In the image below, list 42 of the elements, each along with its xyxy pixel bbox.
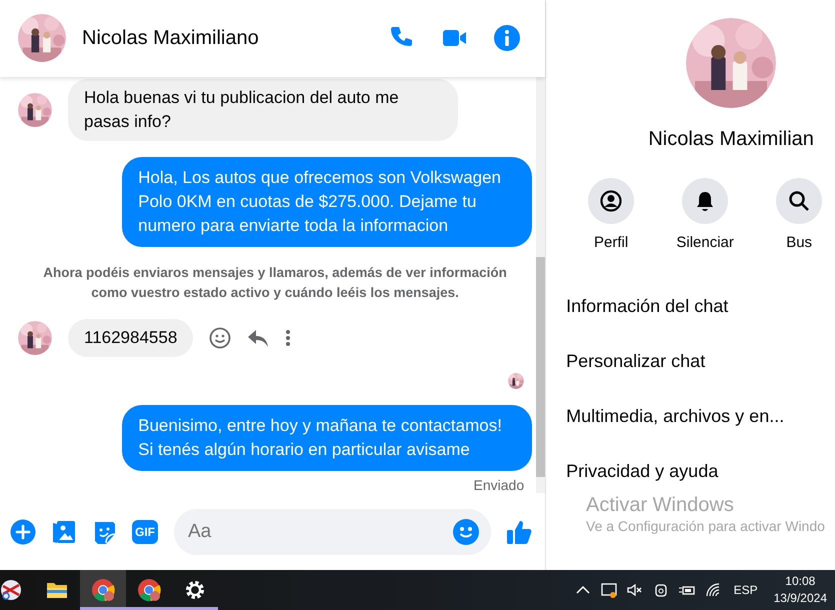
emoji-icon[interactable]: [453, 518, 480, 545]
action-label: Silenciar: [676, 233, 734, 253]
info-icon[interactable]: [493, 24, 522, 52]
icon-button[interactable]: [776, 178, 822, 224]
message-status: Enviado: [474, 476, 524, 494]
menu-item[interactable]: Multimedia, archivos y en...: [546, 388, 835, 444]
reply-icon[interactable]: [247, 328, 270, 348]
action-label: Perfil: [594, 233, 628, 253]
monitor-icon[interactable]: [600, 581, 618, 599]
profile-icon: [600, 190, 622, 212]
search-icon: [788, 190, 810, 212]
browser-icon: [91, 578, 115, 602]
clock-date[interactable]: 13/9/2024: [774, 590, 827, 607]
image-icon[interactable]: [52, 518, 76, 545]
thumbs-up-icon[interactable]: [507, 518, 534, 545]
message-bubble: 1162984558: [68, 318, 194, 357]
settings-icon: [183, 578, 207, 602]
browser-icon: [137, 578, 161, 602]
wifi-icon[interactable]: [704, 581, 722, 599]
icon-button[interactable]: [588, 178, 634, 224]
message-bubble: Hola, Los autos que ofrecemos son Volkswagen Polo 0KM en cuotas de $275.000. Dejame tu numero para enviarte toda la informacion: [122, 156, 532, 247]
activation-message: Ve a Configuración para activar Windo: [586, 517, 825, 536]
activation-title: Activar Windows: [586, 494, 735, 516]
message-bubble: Hola buenas vi tu publicacion del auto me pasas info?: [68, 78, 458, 141]
action-label: Bus: [786, 233, 812, 253]
contact-name: Nicolas Maximiliano: [82, 26, 260, 52]
taskbar-button[interactable]: [80, 570, 126, 610]
muted-speaker-icon[interactable]: [626, 581, 644, 599]
menu-item[interactable]: Información del chat: [546, 278, 835, 334]
message-input[interactable]: Aa: [174, 508, 492, 555]
more-icon[interactable]: [285, 328, 292, 348]
scrollbar[interactable]: [536, 76, 546, 494]
smiley-icon[interactable]: [209, 326, 232, 349]
profile-name: Nicolas Maximilian: [648, 127, 814, 152]
menu-item[interactable]: Personalizar chat: [546, 334, 835, 388]
plus-icon[interactable]: [10, 518, 36, 545]
icon-button[interactable]: [682, 178, 728, 224]
clock-time[interactable]: 10:08: [785, 573, 816, 590]
system-notice: Ahora podéis enviaros mensajes y llamaros, además de ver información como vuestro estado activo y cuándo leéis los mensajes.: [42, 264, 508, 302]
gif-button[interactable]: GIF: [132, 520, 158, 544]
message-bubble: Buenisimo, entre hoy y mañana te contactamos! Si tenés algún horario en particular avisame: [122, 404, 532, 471]
language-indicator[interactable]: ESP: [734, 581, 758, 599]
